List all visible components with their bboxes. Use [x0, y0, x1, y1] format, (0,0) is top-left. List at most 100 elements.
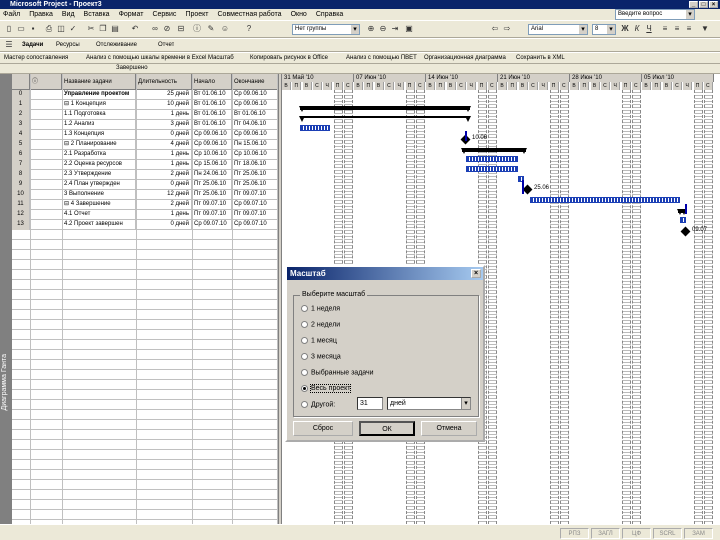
empty-row[interactable]: [12, 490, 278, 500]
font-size-combo[interactable]: 8: [592, 24, 616, 35]
outdent-icon[interactable]: ⇨: [502, 24, 512, 34]
radio-circle-icon[interactable]: [301, 401, 308, 408]
task-finish[interactable]: Ср 09.06.10: [232, 130, 278, 140]
zoom-option-radio[interactable]: 1 месяц: [301, 337, 337, 344]
row-number[interactable]: 13: [12, 220, 30, 230]
custom-value-input[interactable]: 31: [357, 397, 383, 410]
radio-circle-icon[interactable]: [301, 353, 308, 360]
task-duration[interactable]: 1 день: [136, 150, 192, 160]
task-bar[interactable]: [680, 217, 686, 223]
empty-row[interactable]: [12, 360, 278, 370]
menu-file[interactable]: Файл: [3, 11, 20, 18]
preview-icon[interactable]: ◫: [56, 24, 66, 34]
org-chart-button[interactable]: Организационная диаграмма: [424, 53, 506, 63]
guide-icon[interactable]: ☰: [4, 40, 14, 50]
timescale-week[interactable]: 31 Май '10: [282, 74, 354, 82]
empty-row[interactable]: [12, 420, 278, 430]
task-finish[interactable]: Пт 09.07.10: [232, 190, 278, 200]
goto-task-icon[interactable]: ⇥: [390, 24, 400, 34]
table-row[interactable]: 12 4.1 Отчет 1 день Пт 09.07.10 Пт 09.07…: [12, 210, 278, 220]
empty-row[interactable]: [12, 250, 278, 260]
task-name[interactable]: 2.4 План утвержден: [62, 180, 136, 190]
task-bar[interactable]: [466, 156, 518, 162]
menu-tools[interactable]: Сервис: [152, 11, 176, 18]
task-name[interactable]: Управление проектом: [62, 90, 136, 100]
task-info-icon[interactable]: ⓘ: [192, 24, 202, 34]
maximize-button[interactable]: □: [699, 1, 708, 8]
cancel-button[interactable]: Отмена: [421, 421, 477, 436]
task-finish[interactable]: Пт 18.06.10: [232, 160, 278, 170]
milestone-marker[interactable]: [680, 226, 691, 237]
cut-icon[interactable]: ✂: [86, 24, 96, 34]
header-start[interactable]: Начало: [192, 74, 232, 90]
table-row[interactable]: 10 3 Выполнение 12 дней Пт 25.06.10 Пт 0…: [12, 190, 278, 200]
row-number[interactable]: 12: [12, 210, 30, 220]
menu-collaborate[interactable]: Совместная работа: [218, 11, 282, 18]
zoom-option-radio[interactable]: Весь проект: [301, 384, 352, 394]
minimize-button[interactable]: _: [689, 1, 698, 8]
indent-icon[interactable]: ⇦: [490, 24, 500, 34]
timescale-week[interactable]: 28 Июн '10: [570, 74, 642, 82]
assign-resources-icon[interactable]: ☺: [220, 24, 230, 34]
spelling-icon[interactable]: ✓: [68, 24, 78, 34]
notes-icon[interactable]: ✎: [206, 24, 216, 34]
help-search-box[interactable]: Введите вопрос: [615, 9, 695, 20]
row-number[interactable]: 6: [12, 150, 30, 160]
track-button[interactable]: Отслеживание: [96, 39, 137, 51]
task-start[interactable]: Пт 09.07.10: [192, 200, 232, 210]
task-bar[interactable]: [300, 125, 330, 131]
task-duration[interactable]: 2 дней: [136, 170, 192, 180]
table-row[interactable]: 0 Управление проектом 25 дней Вт 01.06.1…: [12, 90, 278, 100]
filter-icon[interactable]: ▼: [700, 24, 710, 34]
task-duration[interactable]: 1 день: [136, 110, 192, 120]
empty-row[interactable]: [12, 510, 278, 520]
italic-icon[interactable]: К: [632, 24, 642, 34]
task-finish[interactable]: Пт 25.06.10: [232, 170, 278, 180]
table-row[interactable]: 8 2.3 Утверждение 2 дней Пн 24.06.10 Пт …: [12, 170, 278, 180]
reset-button[interactable]: Сброс: [293, 421, 353, 436]
bold-icon[interactable]: Ж: [620, 24, 630, 34]
view-bar[interactable]: Диаграмма Ганта: [0, 74, 12, 524]
radio-circle-icon[interactable]: [301, 385, 308, 392]
task-name[interactable]: 1.1 Подготовка: [62, 110, 136, 120]
help-icon[interactable]: ?: [244, 24, 254, 34]
radio-circle-icon[interactable]: [301, 369, 308, 376]
menu-view[interactable]: Вид: [62, 11, 75, 18]
empty-row[interactable]: [12, 430, 278, 440]
save-icon[interactable]: ▪: [28, 24, 38, 34]
task-start[interactable]: Ср 09.06.10: [192, 140, 232, 150]
row-number[interactable]: 1: [12, 100, 30, 110]
task-bar[interactable]: [530, 197, 680, 203]
menu-insert[interactable]: Вставка: [84, 11, 110, 18]
task-finish[interactable]: Ср 09.06.10: [232, 100, 278, 110]
empty-row[interactable]: [12, 280, 278, 290]
excel-timescale-button[interactable]: Анализ с помощью шкалы времени в Excel: [86, 53, 206, 63]
task-duration[interactable]: 0 дней: [136, 220, 192, 230]
radio-circle-icon[interactable]: [301, 321, 308, 328]
empty-row[interactable]: [12, 390, 278, 400]
zoom-button[interactable]: Масштаб: [208, 53, 234, 63]
task-finish[interactable]: Пт 09.07.10: [232, 210, 278, 220]
milestone-marker[interactable]: [522, 184, 533, 195]
copy-icon[interactable]: ❐: [98, 24, 108, 34]
unlink-icon[interactable]: ⊘: [162, 24, 172, 34]
pert-analysis-button[interactable]: Анализ с помощью ПВЕТ: [346, 53, 417, 63]
paste-icon[interactable]: ▤: [110, 24, 120, 34]
open-icon[interactable]: ▭: [16, 24, 26, 34]
task-start[interactable]: Пт 09.07.10: [192, 210, 232, 220]
table-row[interactable]: 3 1.2 Анализ 3 дней Вт 01.06.10 Пт 04.06…: [12, 120, 278, 130]
empty-row[interactable]: [12, 290, 278, 300]
task-duration[interactable]: 4 дней: [136, 140, 192, 150]
timescale-week[interactable]: 21 Июн '10: [498, 74, 570, 82]
task-start[interactable]: Вт 01.06.10: [192, 100, 232, 110]
task-start[interactable]: Ср 09.06.10: [192, 130, 232, 140]
dialog-close-icon[interactable]: ×: [471, 269, 481, 278]
new-icon[interactable]: ▯: [4, 24, 14, 34]
empty-row[interactable]: [12, 240, 278, 250]
task-duration[interactable]: 12 дней: [136, 190, 192, 200]
row-number[interactable]: 4: [12, 130, 30, 140]
task-name[interactable]: 3 Выполнение: [62, 190, 136, 200]
menu-help[interactable]: Справка: [316, 11, 343, 18]
empty-row[interactable]: [12, 440, 278, 450]
table-row[interactable]: 5 ⊟ 2 Планирование 4 дней Ср 09.06.10 Пн…: [12, 140, 278, 150]
